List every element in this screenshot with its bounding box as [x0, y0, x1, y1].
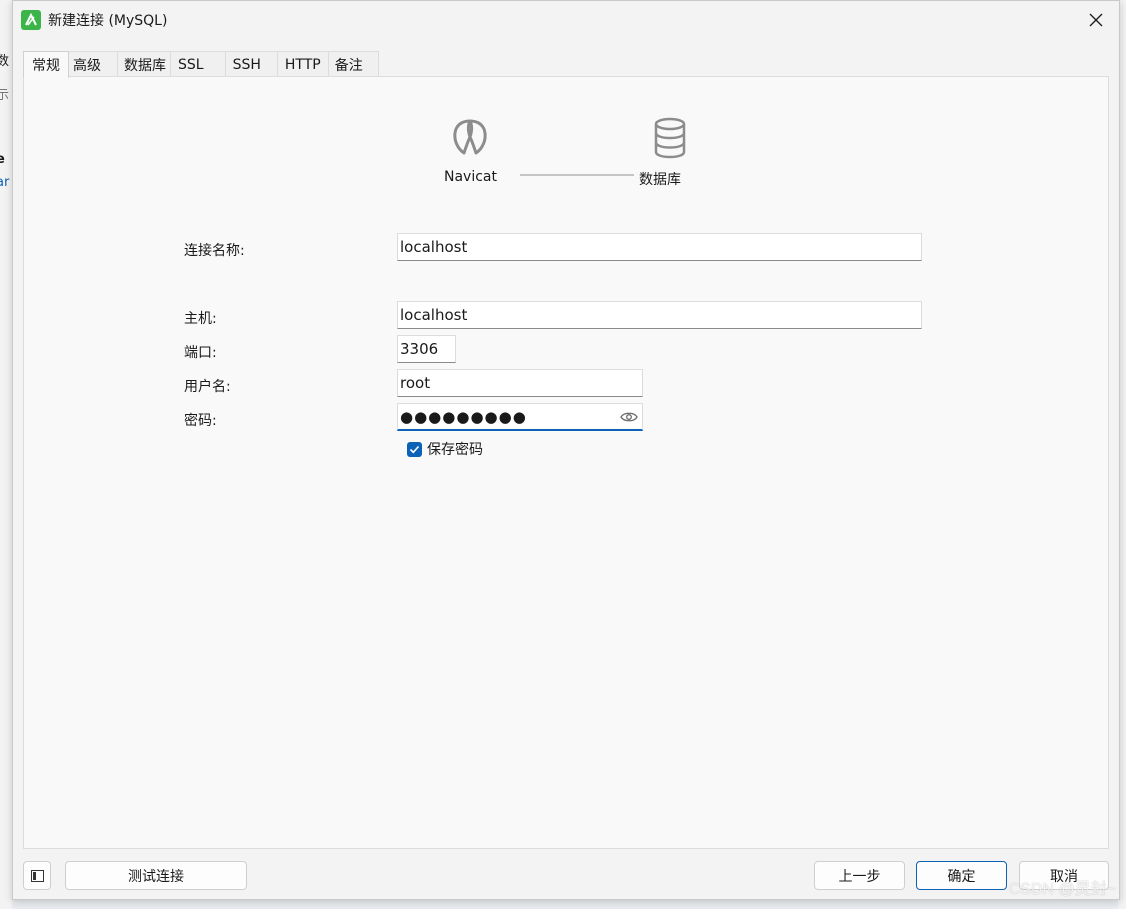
ok-button[interactable]: 确定: [916, 861, 1007, 890]
show-password-eye-icon[interactable]: [620, 410, 638, 424]
bg-fragment: e: [0, 152, 5, 167]
close-button[interactable]: [1073, 1, 1119, 39]
navicat-label: Navicat: [444, 169, 497, 185]
database-icon: [654, 117, 686, 159]
host-value: localhost: [400, 306, 468, 324]
tab-ssl[interactable]: SSL: [170, 51, 226, 77]
test-connection-button[interactable]: 测试连接: [65, 861, 247, 890]
database-label: 数据库: [639, 172, 681, 188]
tab-ssh[interactable]: SSH: [224, 51, 278, 77]
navicat-logo-icon: [453, 119, 487, 155]
bg-fragment: 数: [0, 54, 10, 69]
toggle-sidebar-button[interactable]: [23, 861, 51, 890]
tab-advanced[interactable]: 高级: [68, 51, 118, 77]
new-connection-dialog: 新建连接 (MySQL) 常规 高级 数据库 SSL SSH HTTP 备注 N…: [12, 0, 1120, 900]
password-value: ●●●●●●●●●: [400, 407, 527, 426]
connection-name-label: 连接名称:: [184, 243, 245, 259]
tab-bar: 常规 高级 数据库 SSL SSH HTTP 备注: [23, 51, 379, 78]
port-input[interactable]: 3306: [397, 335, 456, 363]
connection-name-input[interactable]: localhost: [397, 233, 922, 261]
username-label: 用户名:: [184, 379, 231, 395]
general-panel: Navicat 数据库 连接名称: localhost 主机: localhos…: [23, 76, 1109, 849]
connection-name-value: localhost: [400, 238, 468, 256]
username-input[interactable]: root: [397, 369, 643, 397]
connection-diagram: Navicat 数据库: [434, 111, 714, 201]
navicat-app-icon: [21, 10, 41, 30]
title-bar: 新建连接 (MySQL): [13, 1, 1119, 39]
password-label: 密码:: [184, 413, 217, 429]
sidebar-panel-icon: [30, 869, 44, 882]
tab-notes[interactable]: 备注: [327, 51, 379, 77]
tab-general[interactable]: 常规: [23, 51, 69, 78]
window-title: 新建连接 (MySQL): [48, 13, 168, 29]
password-input[interactable]: ●●●●●●●●●: [397, 403, 643, 431]
close-icon: [1089, 13, 1103, 27]
username-value: root: [400, 374, 431, 392]
host-input[interactable]: localhost: [397, 301, 922, 329]
checkmark-icon: [409, 445, 420, 453]
host-label: 主机:: [184, 311, 217, 327]
port-label: 端口:: [184, 345, 217, 361]
save-password-label: 保存密码: [427, 442, 483, 458]
save-password-row[interactable]: 保存密码: [407, 439, 483, 459]
bg-fragment: ar: [0, 175, 10, 190]
connection-line: [520, 174, 634, 176]
csdn-watermark: CSDN @灵封~: [1008, 881, 1116, 898]
tab-http[interactable]: HTTP: [276, 51, 329, 77]
back-button[interactable]: 上一步: [814, 861, 905, 890]
bg-fragment: ): [0, 24, 1, 39]
save-password-checkbox[interactable]: [407, 441, 422, 457]
background-app: ) 数 示 e ar: [0, 0, 12, 909]
tab-databases[interactable]: 数据库: [117, 51, 171, 77]
bg-fragment: 示: [0, 88, 10, 103]
port-value: 3306: [400, 340, 439, 358]
